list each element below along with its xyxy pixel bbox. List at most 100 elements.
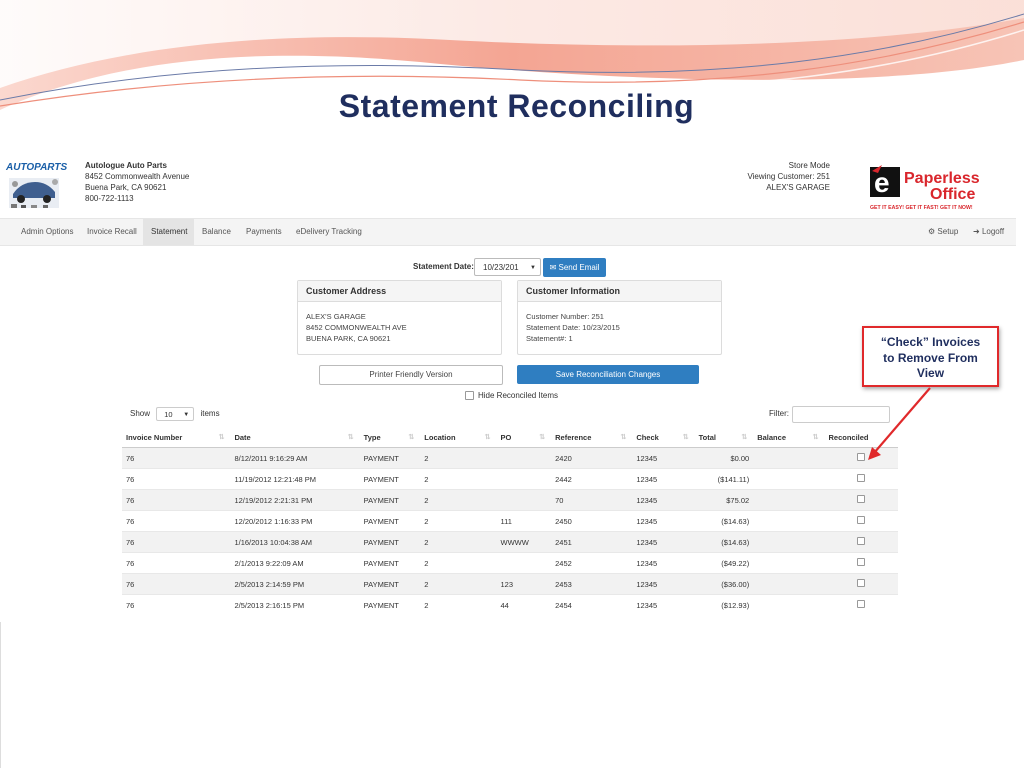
- nav-payments[interactable]: Payments: [238, 219, 290, 245]
- invoice-cell: 76: [122, 552, 231, 574]
- send-email-button[interactable]: ✉ Send Email: [543, 258, 606, 277]
- hide-reconciled-toggle[interactable]: Hide Reconciled Items: [465, 390, 558, 401]
- nav-statement[interactable]: Statement: [143, 219, 194, 245]
- reconciled-cell: [824, 552, 898, 574]
- customer-address-heading: Customer Address: [298, 281, 501, 302]
- reconciled-checkbox[interactable]: [857, 474, 866, 482]
- invoice-cell: 76: [122, 489, 231, 511]
- reconciled-checkbox[interactable]: [857, 600, 866, 608]
- sort-icon: ⇅: [347, 434, 354, 441]
- setup-link[interactable]: ⚙ Setup: [928, 219, 958, 245]
- nav-edelivery-tracking[interactable]: eDelivery Tracking: [288, 219, 370, 245]
- company-address-line2: Buena Park, CA 90621: [85, 183, 167, 192]
- reconciled-cell: [824, 510, 898, 532]
- total-cell: ($14.63): [694, 531, 754, 553]
- date-cell: 1/16/2013 10:04:38 AM: [230, 531, 360, 553]
- page-length-select[interactable]: 10 ▼: [156, 406, 195, 421]
- chevron-down-icon: ▼: [530, 265, 536, 271]
- column-header-balance[interactable]: Balance ⇅: [753, 427, 825, 448]
- statement-date-label: Statement Date:: [413, 262, 474, 271]
- check-cell: 12345: [632, 531, 695, 553]
- total-cell: ($36.00): [694, 573, 754, 595]
- column-header-type[interactable]: Type ⇅: [359, 427, 421, 448]
- date-cell: 2/1/2013 9:22:09 AM: [230, 552, 360, 574]
- callout-box: “Check” Invoices to Remove From View: [862, 326, 999, 387]
- reconciled-checkbox[interactable]: [857, 537, 866, 545]
- total-cell: $75.02: [694, 489, 754, 511]
- type-cell: PAYMENT: [359, 447, 421, 469]
- date-cell: 11/19/2012 12:21:48 PM: [230, 468, 360, 490]
- customer-information-body: Customer Number: 251 Statement Date: 10/…: [518, 302, 721, 353]
- save-reconciliation-button[interactable]: Save Reconciliation Changes: [517, 365, 699, 384]
- hide-reconciled-checkbox[interactable]: [465, 391, 474, 401]
- date-cell: 2/5/2013 2:14:59 PM: [230, 573, 360, 595]
- invoice-cell: 76: [122, 531, 231, 553]
- customer-address-body: ALEX'S GARAGE 8452 COMMONWEALTH AVE BUEN…: [298, 302, 501, 353]
- column-header-date[interactable]: Date ⇅: [230, 427, 360, 448]
- sort-icon: ⇅: [812, 434, 819, 441]
- reconciled-checkbox[interactable]: [857, 558, 866, 566]
- logoff-link[interactable]: ➜ Logoff: [973, 219, 1004, 245]
- check-cell: 12345: [632, 468, 695, 490]
- date-cell: 12/20/2012 1:16:33 PM: [230, 510, 360, 532]
- customer-address-line3: BUENA PARK, CA 90621: [306, 334, 391, 343]
- nav-invoice-recall[interactable]: Invoice Recall: [79, 219, 145, 245]
- filter-control: Filter:: [769, 406, 890, 423]
- balance-cell: [753, 573, 825, 595]
- statement-date-select[interactable]: 10/23/201 ▼: [474, 258, 541, 276]
- invoice-cell: 76: [122, 573, 231, 595]
- svg-text:Paperless: Paperless: [904, 170, 980, 187]
- show-label: Show: [130, 409, 151, 418]
- printer-friendly-button[interactable]: Printer Friendly Version: [319, 365, 503, 385]
- filter-input[interactable]: [792, 406, 890, 423]
- check-cell: 12345: [632, 552, 695, 574]
- reference-cell: 2454: [551, 594, 633, 615]
- sort-icon: ⇅: [484, 434, 491, 441]
- customer-address-panel: Customer Address ALEX'S GARAGE 8452 COMM…: [297, 280, 502, 355]
- reconciled-checkbox[interactable]: [857, 579, 866, 587]
- column-header-reference[interactable]: Reference ⇅: [551, 427, 633, 448]
- customer-number: Customer Number: 251: [526, 312, 604, 321]
- reconciled-checkbox[interactable]: [857, 495, 866, 503]
- check-cell: 12345: [632, 447, 695, 469]
- customer-address-line1: ALEX'S GARAGE: [306, 312, 366, 321]
- balance-cell: [753, 468, 825, 490]
- po-cell: [496, 447, 552, 469]
- po-cell: 44: [496, 594, 552, 615]
- table-row: 76 2/5/2013 2:16:15 PM PAYMENT 2 44 2454…: [122, 594, 898, 615]
- callout-line1: “Check” Invoices: [880, 335, 981, 349]
- company-name: Autologue Auto Parts: [85, 161, 167, 170]
- reconciled-checkbox[interactable]: [857, 453, 866, 461]
- balance-cell: [753, 552, 825, 574]
- reference-cell: 70: [551, 489, 633, 511]
- table-row: 76 2/5/2013 2:14:59 PM PAYMENT 2 123 245…: [122, 573, 898, 595]
- balance-cell: [753, 510, 825, 532]
- nav-balance[interactable]: Balance: [194, 219, 239, 245]
- location-cell: 2: [420, 447, 497, 469]
- reconciled-cell: [824, 594, 898, 615]
- po-cell: 111: [496, 510, 552, 532]
- customer-address-line2: 8452 COMMONWEALTH AVE: [306, 323, 407, 332]
- column-header-reconciled[interactable]: Reconciled: [824, 427, 898, 448]
- total-cell: $0.00: [694, 447, 754, 469]
- nav-admin-options[interactable]: Admin Options: [13, 219, 81, 245]
- column-header-invoice-number[interactable]: Invoice Number ⇅: [122, 427, 231, 448]
- chevron-down-icon: ▼: [183, 411, 190, 418]
- column-header-check[interactable]: Check ⇅: [632, 427, 695, 448]
- check-cell: 12345: [632, 489, 695, 511]
- customer-statement-number: Statement#: 1: [526, 334, 573, 343]
- date-cell: 8/12/2011 9:16:29 AM: [230, 447, 360, 469]
- check-cell: 12345: [632, 510, 695, 532]
- table-row: 76 12/20/2012 1:16:33 PM PAYMENT 2 111 2…: [122, 510, 898, 532]
- invoice-cell: 76: [122, 447, 231, 469]
- setup-label: Setup: [937, 227, 959, 236]
- sort-icon: ⇅: [539, 434, 546, 441]
- viewing-customer-name: ALEX'S GARAGE: [766, 183, 830, 192]
- reconciled-checkbox[interactable]: [857, 516, 866, 524]
- column-header-location[interactable]: Location ⇅: [420, 427, 497, 448]
- balance-cell: [753, 594, 825, 615]
- column-header-po[interactable]: PO ⇅: [496, 427, 552, 448]
- invoice-cell: 76: [122, 594, 231, 615]
- envelope-icon: ✉: [549, 263, 557, 272]
- column-header-total[interactable]: Total ⇅: [694, 427, 754, 448]
